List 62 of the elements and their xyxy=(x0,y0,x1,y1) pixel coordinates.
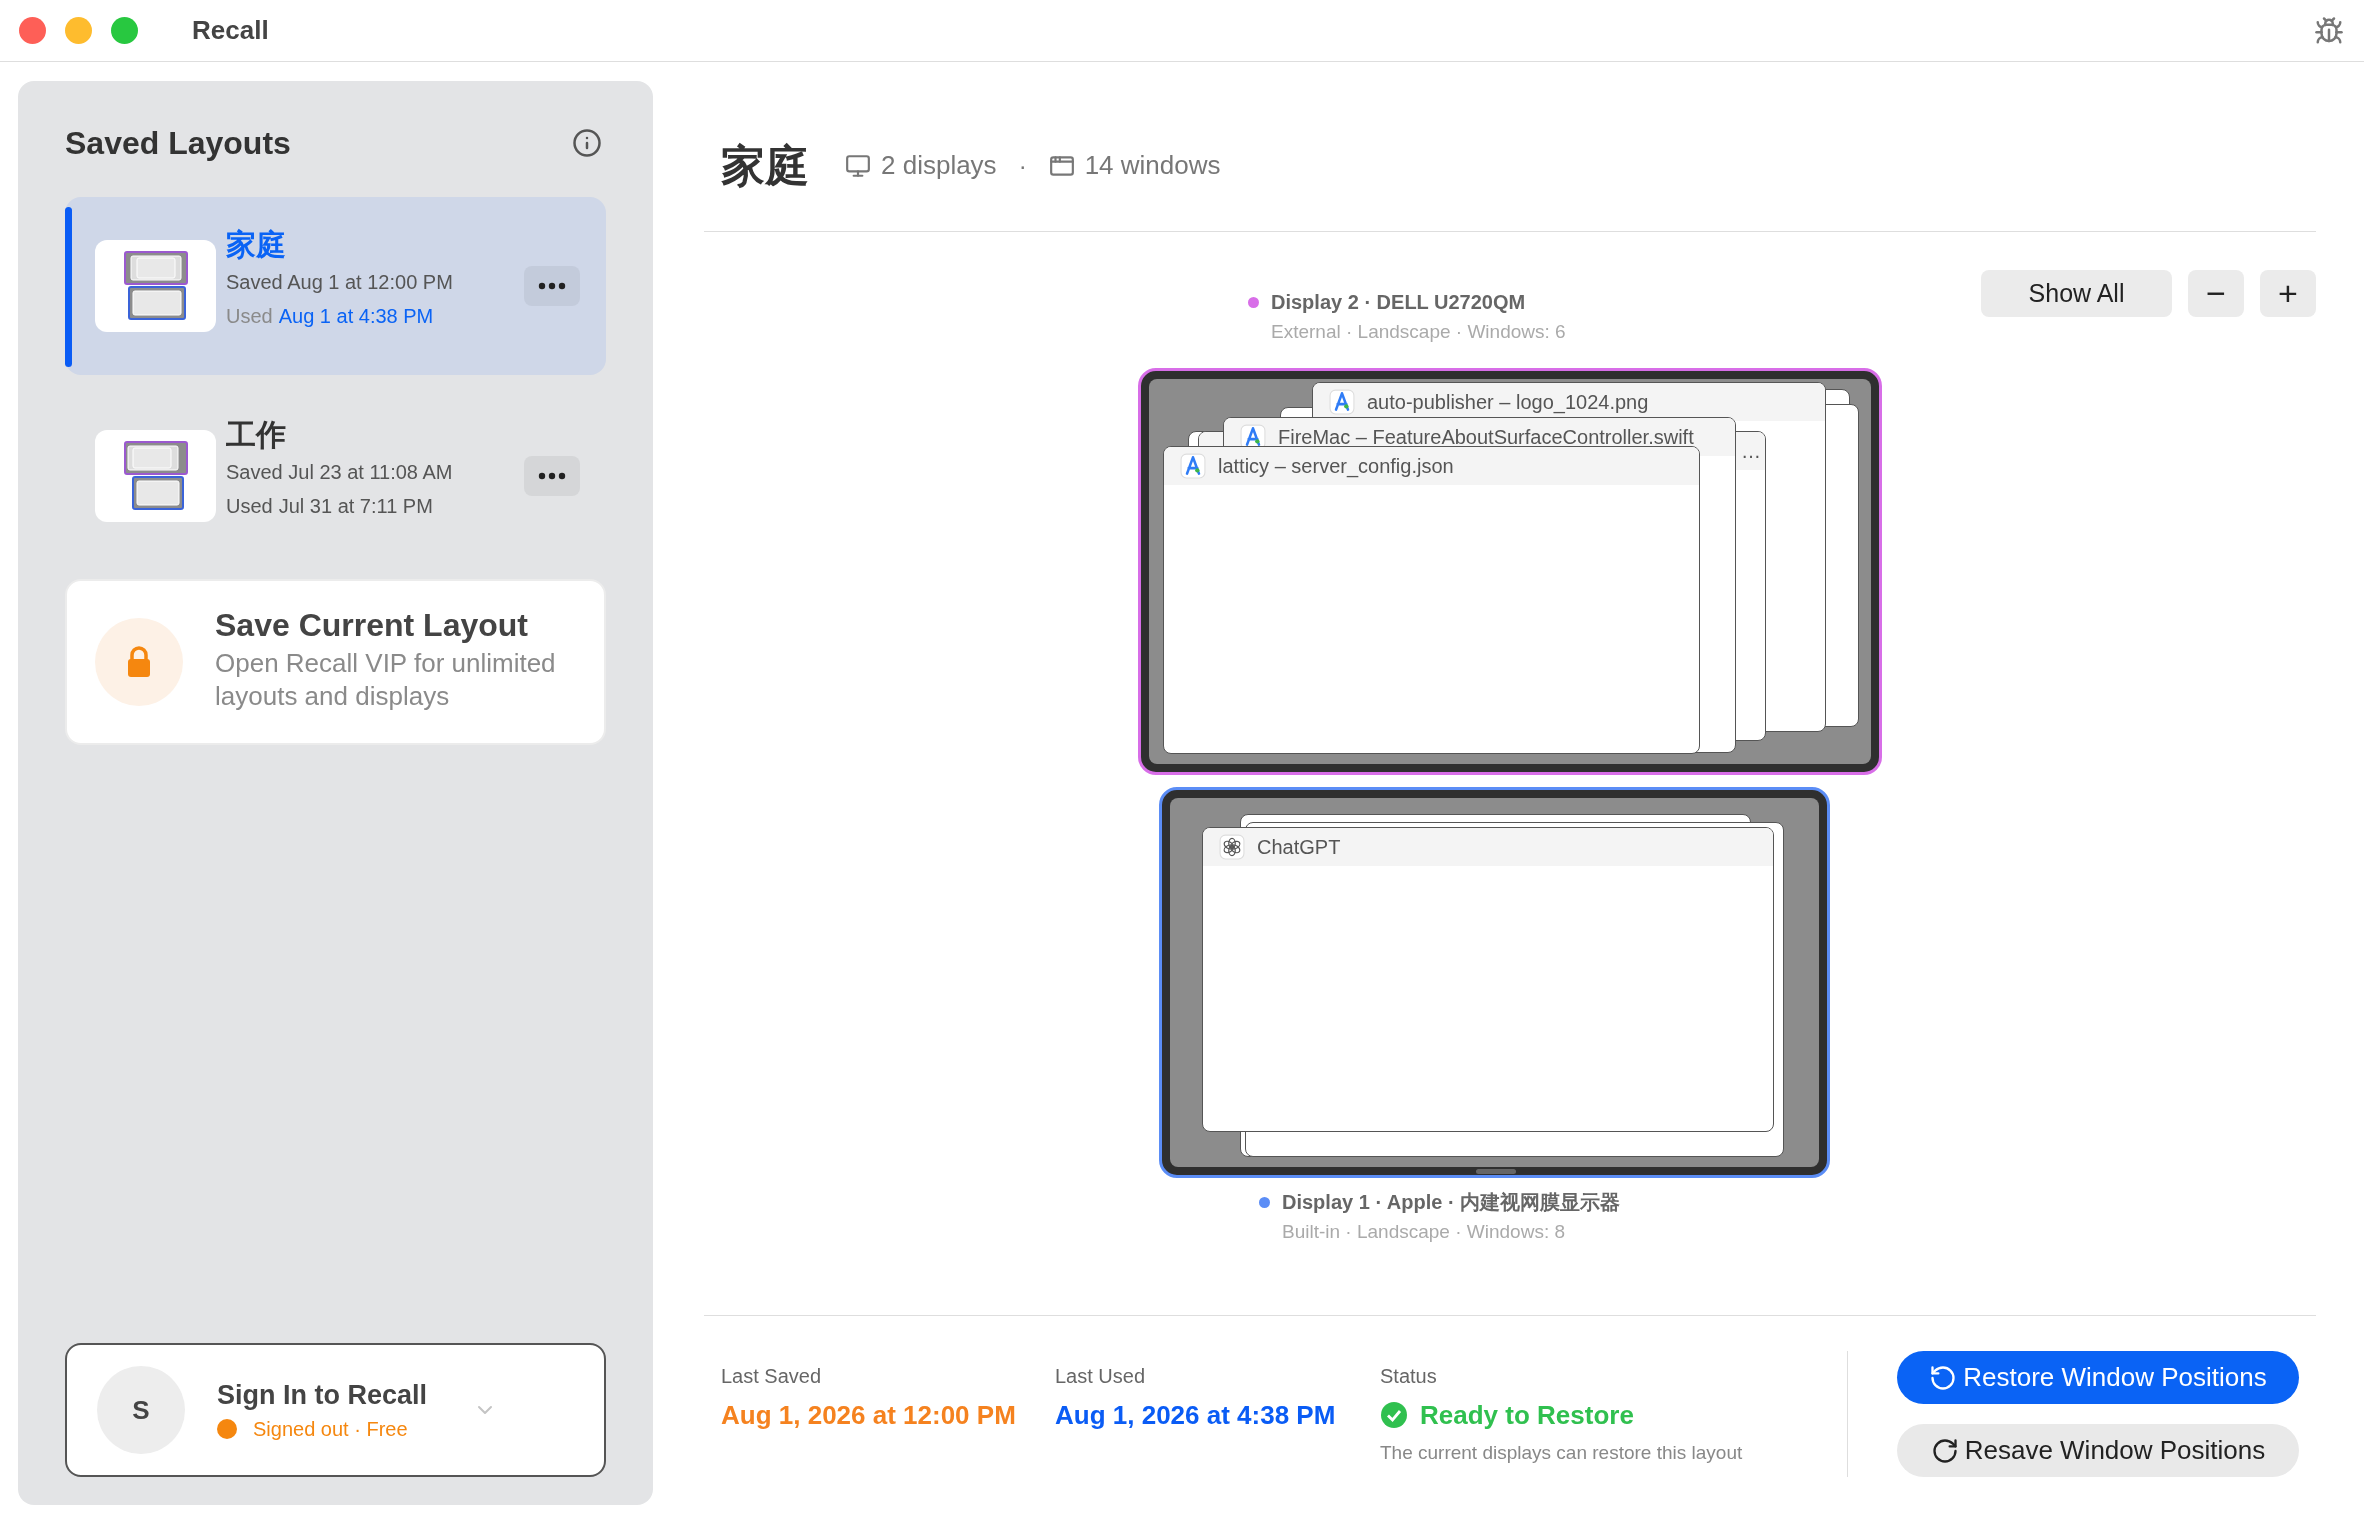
resave-button[interactable]: Resave Window Positions xyxy=(1897,1424,2299,1477)
separator-dot: · xyxy=(1018,150,1027,181)
displays-icon xyxy=(122,440,189,512)
window-title: latticy – server_config.json xyxy=(1218,454,1454,480)
displays-count: 2 displays xyxy=(881,149,997,182)
status-label: Status xyxy=(1380,1364,1438,1389)
display-details: External · Landscape · Windows: 6 xyxy=(1271,320,1566,344)
last-used-label: Last Used xyxy=(1055,1364,1147,1389)
status-note: The current displays can restore this layout xyxy=(1380,1441,1744,1465)
last-saved-label: Last Saved xyxy=(721,1364,823,1389)
display-preview[interactable]: auto-publisher – logo_1024.png … FireMac – FeatureAboutSurfaceController.swift latticy – server_config.json xyxy=(1138,368,1882,775)
upsell-card[interactable]: Save Current Layout Open Recall VIP for unlimited layouts and displays xyxy=(65,579,606,745)
windows-count: 14 windows xyxy=(1084,149,1221,182)
last-used-value: Aug 1, 2026 at 4:38 PM xyxy=(1055,1399,1337,1432)
restore-icon xyxy=(1929,1363,1958,1392)
compass-icon xyxy=(1180,453,1206,479)
account-title: Sign In to Recall xyxy=(217,1379,428,1412)
more-icon xyxy=(538,472,566,480)
zoom-out-button[interactable]: − xyxy=(2188,270,2244,317)
show-all-button[interactable]: Show All xyxy=(1981,270,2172,317)
layout-item[interactable]: 工作 Saved Jul 23 at 11:08 AM Used Jul 31 at 7:11 PM xyxy=(65,387,606,565)
saved-time: Saved Jul 23 at 11:08 AM xyxy=(226,460,454,485)
account-status: Signed out · Free xyxy=(253,1417,408,1442)
used-label: Used xyxy=(226,494,273,519)
restore-button[interactable]: Restore Window Positions xyxy=(1897,1351,2299,1404)
display-name: Display 1 · Apple · 内建视网膜显示器 xyxy=(1282,1190,1621,1215)
used-time: Jul 31 at 7:11 PM xyxy=(278,494,433,519)
more-icon xyxy=(538,282,566,290)
window-title: … xyxy=(1741,439,1761,464)
close-button[interactable] xyxy=(19,17,46,44)
display-details: Built-in · Landscape · Windows: 8 xyxy=(1282,1220,1566,1244)
layout-item[interactable]: 家庭 Saved Aug 1 at 12:00 PM Used Aug 1 at 4:38 PM xyxy=(65,197,606,375)
account-button[interactable]: S Sign In to Recall Signed out · Free xyxy=(65,1343,606,1477)
sidebar-title: Saved Layouts xyxy=(65,124,291,163)
window-title: FireMac – FeatureAboutSurfaceController.swift xyxy=(1278,425,1694,450)
window-title: Recall xyxy=(192,14,269,47)
layout-name: 家庭 xyxy=(226,227,287,263)
handle-bar xyxy=(1476,1169,1516,1174)
more-button[interactable] xyxy=(524,456,580,496)
window-title: ChatGPT xyxy=(1257,835,1341,860)
more-button[interactable] xyxy=(524,266,580,306)
display-name: Display 2 · DELL U2720QM xyxy=(1271,290,1526,315)
monitor-icon xyxy=(845,152,871,179)
refresh-icon xyxy=(1930,1436,1959,1465)
upsell-title: Save Current Layout xyxy=(215,606,529,645)
info-icon[interactable] xyxy=(572,128,602,158)
status-value: Ready to Restore xyxy=(1420,1398,1634,1432)
used-label: Used xyxy=(226,304,273,329)
display-preview[interactable]: ChatGPT xyxy=(1159,787,1830,1178)
layout-title: 家庭 xyxy=(721,139,809,192)
window-title: auto-publisher – logo_1024.png xyxy=(1367,390,1649,416)
upsell-description: Open Recall VIP for unlimited layouts and displays xyxy=(215,647,557,713)
bug-icon[interactable] xyxy=(2314,16,2344,46)
layout-name: 工作 xyxy=(226,417,287,453)
saved-time: Saved Aug 1 at 12:00 PM xyxy=(226,270,454,295)
knot-icon xyxy=(1219,834,1245,860)
avatar: S xyxy=(97,1366,185,1454)
compass-icon xyxy=(1329,389,1355,415)
displays-icon xyxy=(122,250,189,322)
zoom-in-button[interactable]: + xyxy=(2260,270,2316,317)
used-time: Aug 1 at 4:38 PM xyxy=(278,304,434,329)
last-saved-value: Aug 1, 2026 at 12:00 PM xyxy=(721,1399,1017,1432)
